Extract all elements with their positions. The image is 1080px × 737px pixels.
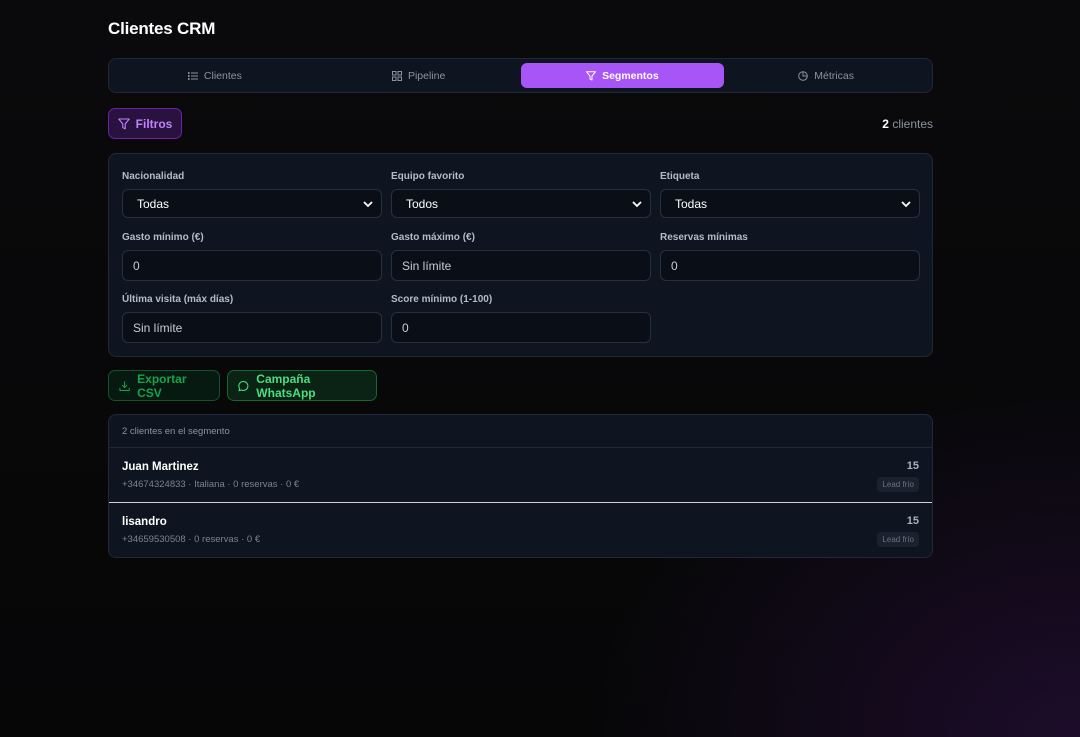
download-icon <box>119 380 130 391</box>
nationality-select[interactable]: Todas <box>122 189 382 218</box>
chevron-down-icon <box>363 201 373 208</box>
client-meta: +34659530508 · 0 reservas · 0 € <box>122 534 261 545</box>
filter-icon <box>586 70 597 80</box>
min-bookings-placeholder: 0 <box>671 258 678 273</box>
min-score-input[interactable]: 0 <box>391 312 651 343</box>
nationality-label: Nacionalidad <box>122 171 185 182</box>
min-bookings-input[interactable]: 0 <box>660 250 920 281</box>
tab-clientes[interactable]: Clientes <box>113 63 317 88</box>
last-visit-placeholder: Sin límite <box>133 320 183 335</box>
client-tag-badge: Lead frío <box>877 477 919 492</box>
tab-bar: Clientes Pipeline Segmentos Métricas <box>108 58 933 93</box>
team-filter: Equipo favorito Todos <box>391 171 651 218</box>
min-spend-filter: Gasto mínimo (€) 0 <box>122 232 382 281</box>
team-select[interactable]: Todos <box>391 189 651 218</box>
client-row[interactable]: Juan Martinez +34674324833 · Italiana · … <box>109 448 932 503</box>
last-visit-filter: Última visita (máx días) Sin límite <box>122 294 382 343</box>
chevron-down-icon <box>901 201 911 208</box>
list-icon <box>187 71 198 80</box>
segment-list-header: 2 clientes en el segmento <box>109 415 932 448</box>
tag-label: Etiqueta <box>660 171 700 182</box>
client-tag-badge: Lead frío <box>877 532 919 547</box>
min-spend-label: Gasto mínimo (€) <box>122 232 204 243</box>
whatsapp-campaign-button[interactable]: Campaña WhatsApp <box>227 370 377 401</box>
tab-pipeline[interactable]: Pipeline <box>317 63 521 88</box>
last-visit-input[interactable]: Sin límite <box>122 312 382 343</box>
filters-button[interactable]: Filtros <box>108 108 182 139</box>
filters-panel: Nacionalidad Todas Equipo favorito Todos… <box>108 153 933 357</box>
page-title: Clientes CRM <box>108 19 216 38</box>
tab-label: Métricas <box>814 69 854 82</box>
tag-filter: Etiqueta Todas <box>660 171 920 218</box>
tag-select[interactable]: Todas <box>660 189 920 218</box>
client-meta: +34674324833 · Italiana · 0 reservas · 0… <box>122 479 300 490</box>
export-csv-label: Exportar CSV <box>137 371 187 400</box>
nationality-value: Todas <box>137 196 170 211</box>
client-name: Juan Martinez <box>122 461 199 473</box>
tag-value: Todas <box>675 196 708 211</box>
grid-icon <box>391 70 402 81</box>
pie-chart-icon <box>798 70 809 81</box>
tab-metricas[interactable]: Métricas <box>724 63 928 88</box>
client-count: 2 clientes <box>882 117 933 131</box>
min-score-label: Score mínimo (1-100) <box>391 294 493 305</box>
export-csv-button[interactable]: Exportar CSV <box>108 370 220 401</box>
whatsapp-campaign-label: Campaña WhatsApp <box>256 371 316 400</box>
client-name: lisandro <box>122 516 167 528</box>
tab-label: Clientes <box>203 69 242 82</box>
segment-client-list: 2 clientes en el segmento Juan Martinez … <box>108 414 933 558</box>
client-row[interactable]: lisandro +34659530508 · 0 reservas · 0 €… <box>109 503 932 557</box>
client-score: 15 <box>906 515 919 527</box>
chevron-down-icon <box>632 201 642 208</box>
max-spend-placeholder: Sin límite <box>402 258 452 273</box>
max-spend-input[interactable]: Sin límite <box>391 250 651 281</box>
last-visit-label: Última visita (máx días) <box>122 294 234 305</box>
filter-icon <box>117 117 130 129</box>
max-spend-label: Gasto máximo (€) <box>391 232 475 243</box>
segment-actions: Exportar CSV Campaña WhatsApp <box>108 370 377 401</box>
tab-label: Segmentos <box>602 69 659 82</box>
tab-label: Pipeline <box>407 69 446 82</box>
client-count-value: 2 <box>882 117 889 131</box>
filters-button-label: Filtros <box>135 116 173 131</box>
min-bookings-filter: Reservas mínimas 0 <box>660 232 920 281</box>
min-spend-placeholder: 0 <box>133 258 140 273</box>
max-spend-filter: Gasto máximo (€) Sin límite <box>391 232 651 281</box>
min-score-filter: Score mínimo (1-100) 0 <box>391 294 651 343</box>
client-count-label: clientes <box>892 117 933 131</box>
chat-bubble-icon <box>238 380 249 391</box>
min-spend-input[interactable]: 0 <box>122 250 382 281</box>
min-score-placeholder: 0 <box>402 320 409 335</box>
min-bookings-label: Reservas mínimas <box>660 232 748 243</box>
tab-segmentos[interactable]: Segmentos <box>520 63 725 88</box>
client-score: 15 <box>906 460 919 472</box>
nationality-filter: Nacionalidad Todas <box>122 171 382 218</box>
team-label: Equipo favorito <box>391 171 465 182</box>
team-value: Todos <box>406 196 439 211</box>
